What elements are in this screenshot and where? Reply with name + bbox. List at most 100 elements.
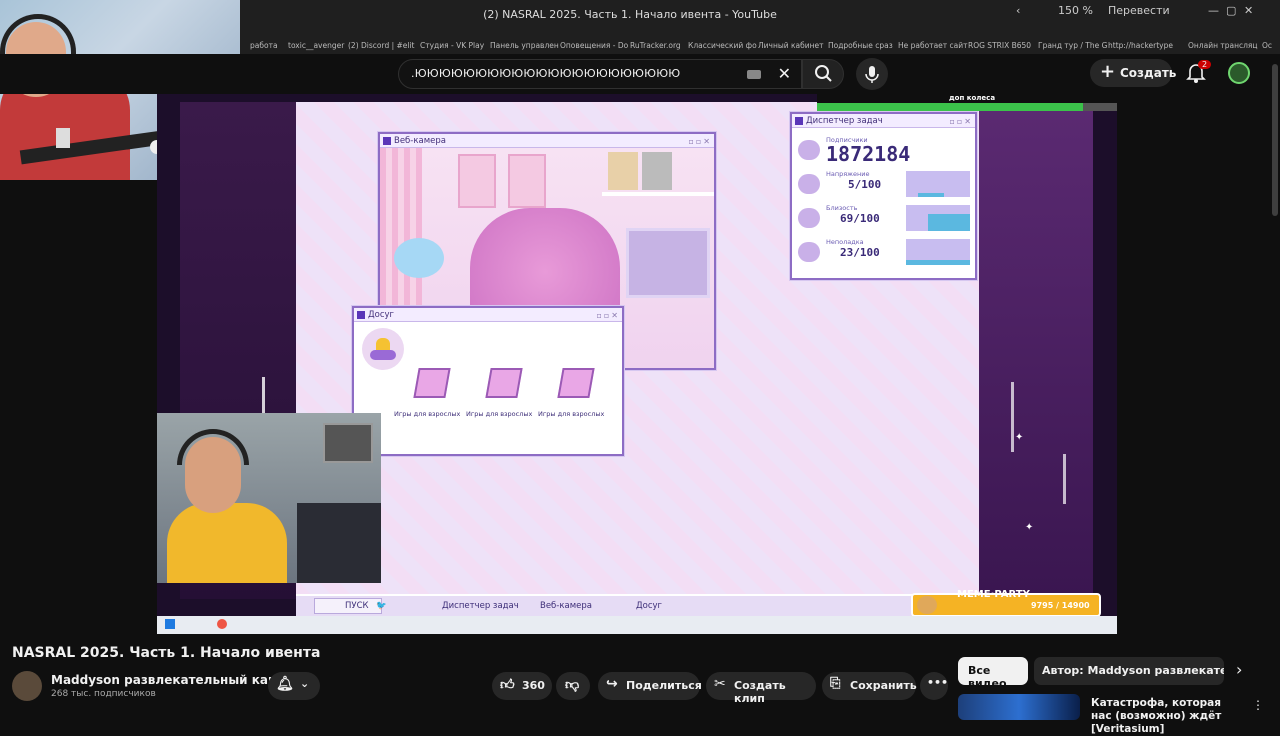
thumbs-down-icon: 👎︎ (565, 677, 580, 693)
bookmark-item[interactable]: Онлайн трансляц (1188, 41, 1258, 50)
leisure-window-titlebar[interactable]: Досуг ▫▫✕ (354, 308, 622, 322)
dislike-button[interactable]: 👎︎ (556, 672, 590, 700)
bookmark-item[interactable]: Классический фо (688, 41, 757, 50)
chip-author[interactable]: Автор: Maddyson развлекательный (1034, 657, 1224, 685)
meme-party-count: 9795 / 14900 (1031, 601, 1090, 610)
create-button[interactable]: + Создать (1090, 59, 1176, 87)
taskbar-item[interactable]: Досуг (626, 601, 716, 611)
window-buttons[interactable]: ▫▫✕ (949, 115, 973, 129)
task-manager-title: Диспетчер задач (806, 116, 883, 126)
bed-icon[interactable] (557, 368, 595, 398)
bookmark-item[interactable]: RuTracker.org (630, 41, 681, 50)
cat-icon (798, 208, 820, 228)
search-button[interactable] (802, 59, 844, 89)
subscriber-count: 268 тыс. подписчиков (51, 689, 156, 699)
meme-party-widget: MEME·PARTY 9795 / 14900 (911, 589, 1101, 617)
translate-button[interactable]: Перевести (1108, 4, 1170, 17)
more-vert-icon[interactable]: ⋮ (1252, 698, 1264, 712)
cat-icon (798, 242, 820, 262)
clip-button[interactable]: ✂ Создать клип (706, 672, 816, 705)
mic-icon (865, 66, 879, 83)
bookmark-item[interactable]: http://hackertype (1108, 41, 1173, 50)
chip-author-label: Автор: Maddyson развлекательный (1042, 664, 1224, 677)
search-input[interactable]: .ЮЮЮЮЮЮЮЮЮЮЮЮЮЮЮЮЮЮЮЮЮЮ ✕ (398, 59, 802, 89)
sticker-cabinet (297, 503, 381, 583)
task-manager-titlebar[interactable]: Диспетчер задач ▫▫✕ (792, 114, 975, 128)
bell-icon: 🔔︎ (276, 676, 294, 692)
bookmark-item[interactable]: Панель управлен (490, 41, 559, 50)
bookmarks-bar: работа toxic__avenger (2) Discord | #eli… (240, 38, 1280, 54)
tm-value: 23/100 (840, 246, 880, 259)
dosug-item-label[interactable]: Игры для взрослых (466, 410, 532, 418)
back-icon[interactable]: ‹ (1016, 4, 1020, 17)
close-icon[interactable]: ✕ (1244, 4, 1253, 17)
browser-titlebar: (2) NASRAL 2025. Часть 1. Начало ивента … (240, 0, 1280, 38)
task-manager-window[interactable]: Диспетчер задач ▫▫✕ Подписчики 1872184 На… (790, 112, 977, 280)
like-button[interactable]: 👍︎ 360 (492, 672, 552, 700)
webcam-window-titlebar[interactable]: Веб-камера ▫▫✕ (380, 134, 714, 148)
save-button[interactable]: ⎘ Сохранить (822, 672, 917, 700)
taskbar-item[interactable]: Диспетчер задач (432, 601, 526, 611)
tm-graph (906, 171, 970, 197)
bookmark-item[interactable]: Не работает сайт (898, 41, 968, 50)
start-button[interactable]: ПУСК (314, 598, 382, 614)
dosug-item-label[interactable]: Игры для взрослых (394, 410, 460, 418)
sparkle-icon: ✦ (1015, 432, 1024, 443)
bookmark-item[interactable]: (2) Discord | #elit (348, 41, 415, 50)
tm-value: 5/100 (848, 178, 882, 191)
channel-name[interactable]: Maddyson развлекательный канал (51, 673, 293, 687)
bookmark-item[interactable]: Подробные сраз (828, 41, 893, 50)
bookmark-item[interactable]: ROG STRIX B650 (968, 41, 1031, 50)
create-label: Создать (1120, 66, 1177, 80)
maximize-icon[interactable]: ▢ (1226, 4, 1236, 17)
bed-icon[interactable] (413, 368, 451, 398)
search-query: .ЮЮЮЮЮЮЮЮЮЮЮЮЮЮЮЮЮЮЮЮЮЮ (411, 67, 681, 80)
bookmark-item[interactable]: Оповещения - Do (560, 41, 628, 50)
tm-label: Близость (826, 204, 858, 212)
tm-value: 1872184 (826, 142, 911, 166)
windows-icon (165, 619, 175, 629)
window-buttons[interactable]: ▫▫✕ (596, 309, 620, 323)
recommended-thumbnail[interactable] (958, 694, 1080, 720)
leisure-window[interactable]: Досуг ▫▫✕ Игры для взрослых Игры для взро… (352, 306, 624, 456)
voice-search-button[interactable] (856, 58, 888, 90)
folder-icon (642, 152, 672, 190)
zoom-level[interactable]: 150 % (1058, 4, 1093, 17)
bookmark-item[interactable]: Личный кабинет (758, 41, 824, 50)
bookmark-item[interactable]: Ос (1262, 41, 1272, 50)
video-title: NASRAL 2025. Часть 1. Начало ивента (12, 645, 321, 661)
tm-graph (906, 239, 970, 265)
notifications-button[interactable]: 2 (1186, 60, 1212, 88)
clip-label: Создать клип (734, 679, 786, 705)
minimize-icon[interactable]: — (1208, 4, 1219, 17)
bookmark-item[interactable]: toxic__avenger (288, 41, 344, 50)
page-scrollbar[interactable] (1272, 64, 1278, 216)
more-actions-button[interactable]: ••• (920, 672, 948, 700)
search-icon (815, 65, 832, 82)
taskbar-item[interactable]: Веб-камера (530, 601, 620, 611)
thumbs-up-icon: 👍︎ (500, 677, 515, 693)
bookmark-item[interactable]: Гранд тур / The G (1038, 41, 1107, 50)
leisure-window-title: Досуг (368, 310, 395, 320)
chevron-down-icon: ⌄ (300, 677, 310, 690)
twitter-icon[interactable]: 🐦 (376, 601, 387, 611)
chevron-right-icon[interactable]: › (1236, 660, 1242, 679)
channel-avatar[interactable] (12, 671, 42, 701)
bookmark-item[interactable]: Студия - VK Play (420, 41, 484, 50)
cat-icon (798, 174, 820, 194)
subscribe-bell-button[interactable]: 🔔︎ ⌄ (268, 672, 320, 700)
clear-icon[interactable]: ✕ (778, 64, 791, 83)
chip-all-label: Все видео (968, 664, 1007, 690)
keyboard-icon[interactable] (747, 70, 761, 79)
tm-row-closeness: Близость 69/100 (796, 202, 972, 234)
bookmark-item[interactable]: работа (250, 41, 278, 50)
chip-all-videos[interactable]: Все видео (958, 657, 1028, 690)
heart-cat-icon (798, 140, 820, 160)
recommended-title[interactable]: Катастрофа, которая нас (возможно) ждёт … (1091, 697, 1241, 736)
window-buttons[interactable]: ▫▫✕ (688, 135, 712, 149)
share-button[interactable]: ↪ Поделиться (598, 672, 702, 700)
bed-icon[interactable] (485, 368, 523, 398)
dosug-item-label[interactable]: Игры для взрослых (538, 410, 604, 418)
account-avatar[interactable] (1228, 62, 1250, 84)
share-icon: ↪ (606, 676, 618, 692)
